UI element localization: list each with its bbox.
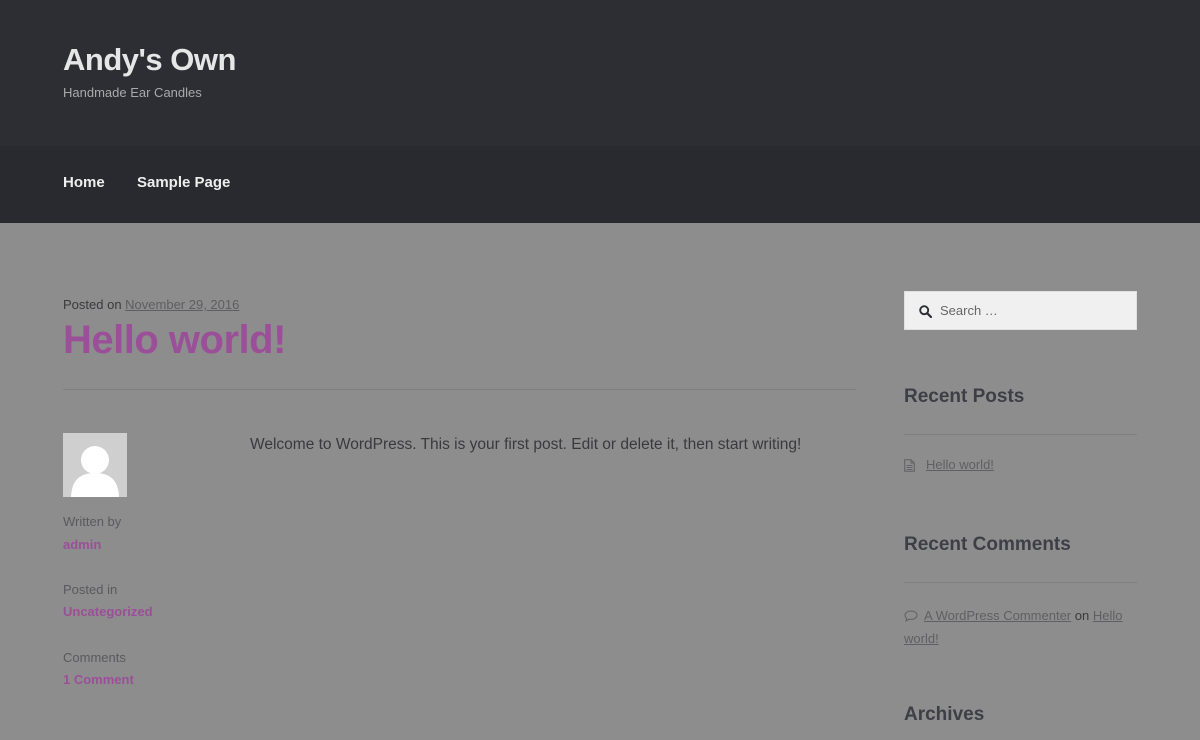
- post-title[interactable]: Hello world!: [63, 318, 286, 363]
- author-link[interactable]: admin: [63, 537, 101, 552]
- archives-title: Archives: [904, 704, 985, 725]
- recent-posts-divider: [904, 434, 1137, 435]
- site-tagline: Handmade Ear Candles: [63, 85, 202, 100]
- post-date-link[interactable]: November 29, 2016: [125, 297, 239, 312]
- recent-comments-title: Recent Comments: [904, 534, 1071, 555]
- search-icon: [919, 305, 932, 318]
- comment-icon: [904, 610, 918, 622]
- author-avatar: [63, 433, 127, 497]
- main-navigation: Home Sample Page: [0, 146, 1200, 223]
- comments-label: Comments: [63, 650, 126, 665]
- written-by-label: Written by: [63, 514, 122, 529]
- recent-post-link[interactable]: Hello world!: [926, 457, 994, 472]
- post-divider: [63, 389, 856, 390]
- comments-link[interactable]: 1 Comment: [63, 672, 134, 687]
- category-link[interactable]: Uncategorized: [63, 604, 153, 619]
- recent-comments-divider: [904, 582, 1137, 583]
- post-date-line: Posted on November 29, 2016: [63, 297, 239, 312]
- recent-comment-item: A WordPress Commenter on Hello world!: [904, 604, 1137, 650]
- nav-item-sample-page[interactable]: Sample Page: [137, 174, 230, 191]
- nav-item-home[interactable]: Home: [63, 174, 105, 191]
- comment-on-text: on: [1074, 608, 1090, 623]
- search-form: [904, 291, 1137, 330]
- avatar-silhouette-icon: [63, 433, 127, 497]
- recent-posts-title: Recent Posts: [904, 386, 1025, 407]
- posted-on-label: Posted on: [63, 297, 122, 312]
- post-content: Welcome to WordPress. This is your first…: [250, 436, 802, 453]
- search-input[interactable]: [940, 292, 1130, 329]
- site-header: Andy's Own Handmade Ear Candles: [0, 0, 1200, 146]
- comment-author-link[interactable]: A WordPress Commenter: [924, 608, 1071, 623]
- posted-in-label: Posted in: [63, 582, 118, 597]
- site-title[interactable]: Andy's Own: [63, 42, 236, 78]
- document-icon: [904, 459, 915, 472]
